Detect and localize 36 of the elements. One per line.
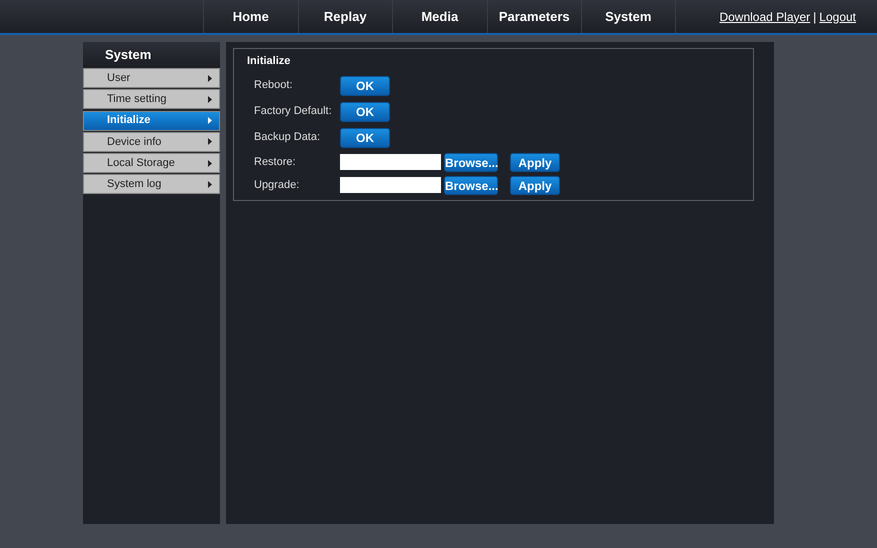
sidebar-item[interactable]: User: [83, 68, 220, 88]
logout-link[interactable]: Logout: [819, 8, 856, 26]
nav-tab[interactable]: System: [581, 0, 676, 33]
nav-tab[interactable]: Replay: [298, 0, 392, 33]
field-label: Backup Data:: [254, 130, 322, 146]
browse-button[interactable]: Browse...: [444, 152, 498, 172]
sidebar-item[interactable]: Initialize: [83, 110, 220, 131]
ok-button[interactable]: OK: [340, 76, 390, 96]
caret-icon: [208, 96, 212, 103]
ok-button[interactable]: OK: [340, 102, 390, 122]
caret-icon: [208, 117, 212, 124]
caret-icon: [208, 74, 212, 82]
file-path-field[interactable]: [340, 177, 441, 193]
nav-tab[interactable]: Parameters: [486, 0, 581, 33]
field-label: Upgrade:: [254, 178, 300, 193]
download-link[interactable]: Download Player: [719, 8, 810, 26]
caret-icon: [208, 138, 212, 146]
sidebar-item[interactable]: Time setting: [83, 89, 220, 110]
caret-icon: [208, 160, 212, 167]
group-title: Initialize: [247, 54, 292, 69]
file-path-field[interactable]: [340, 154, 441, 170]
sidebar-item[interactable]: Local Storage: [83, 153, 220, 174]
browse-button[interactable]: Browse...: [444, 176, 498, 194]
caret-icon: [208, 180, 212, 188]
sidebar-item[interactable]: System log: [83, 174, 220, 194]
apply-button[interactable]: Apply: [510, 176, 560, 194]
ok-button[interactable]: OK: [340, 128, 390, 148]
field-label: Restore:: [254, 154, 297, 170]
separator-text: |: [813, 8, 816, 26]
nav-tab[interactable]: Home: [203, 0, 298, 33]
field-label: Factory Default:: [254, 104, 333, 120]
field-label: Reboot:: [254, 78, 294, 94]
nav-tab[interactable]: Media: [392, 0, 486, 33]
apply-button[interactable]: Apply: [510, 152, 560, 172]
sidebar-item[interactable]: Device info: [83, 132, 220, 152]
sidebar-title: System: [83, 42, 220, 68]
